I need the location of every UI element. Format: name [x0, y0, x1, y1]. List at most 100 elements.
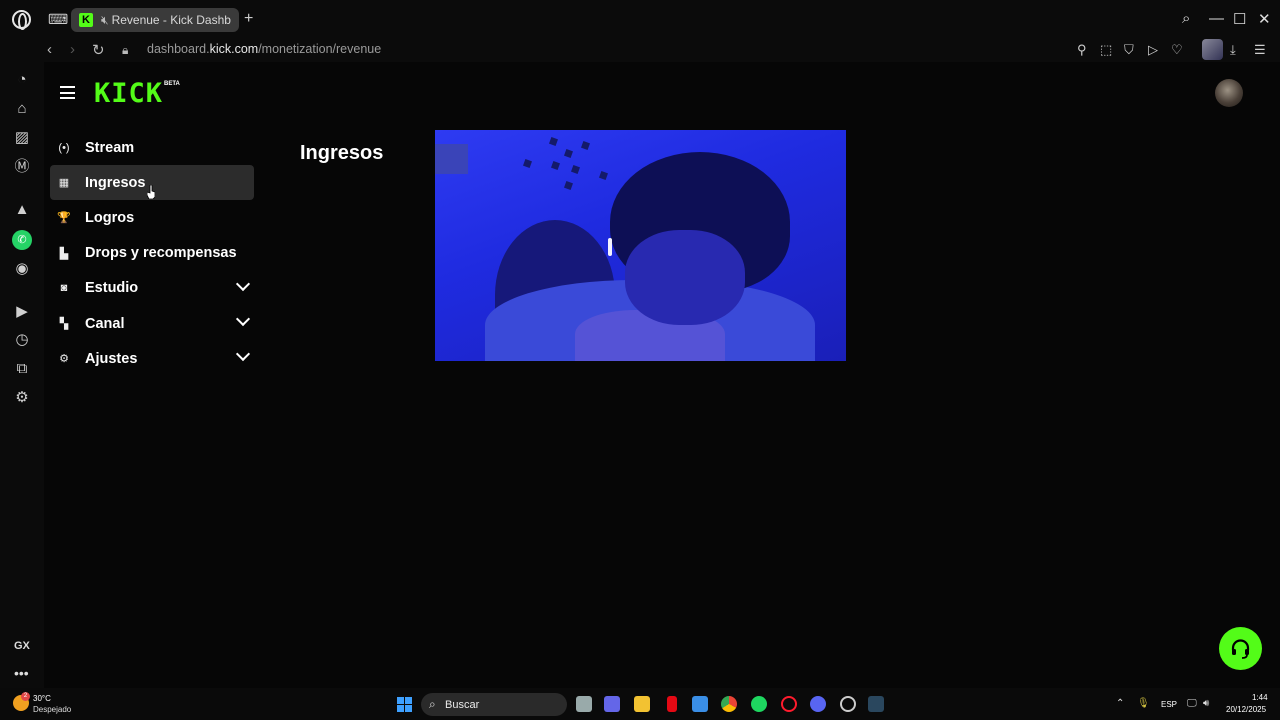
headset-icon	[1231, 639, 1250, 659]
url-prefix: dashboard.	[147, 42, 210, 56]
nav-label: Stream	[85, 139, 135, 156]
gift-icon: ▙	[59, 247, 69, 260]
nav-label: Estudio	[85, 280, 139, 297]
nav-item-logros[interactable]: 🏆 Logros	[50, 200, 254, 235]
minimize-button[interactable]: —	[1209, 10, 1224, 27]
studio-icon: ◙	[60, 282, 68, 295]
snapshot-icon[interactable]: ⬚	[1100, 42, 1112, 58]
weather-badge: 2	[21, 692, 30, 701]
task-view-icon[interactable]	[576, 696, 592, 712]
file-explorer-icon[interactable]	[634, 696, 650, 712]
nav-item-stream[interactable]: (•) Stream	[50, 130, 254, 165]
nav-label: Logros	[85, 209, 135, 226]
spotify-icon[interactable]	[751, 696, 767, 712]
maximize-button[interactable]: ☐	[1233, 10, 1246, 28]
player-icon[interactable]: ▶	[12, 302, 32, 322]
forward-button[interactable]: ›	[70, 41, 75, 58]
lock-icon[interactable]: 🔒︎	[122, 43, 128, 58]
teams-icon[interactable]	[604, 696, 620, 712]
pin-icon[interactable]: ⚲	[1077, 42, 1087, 58]
clock-time[interactable]: 1:44	[1252, 693, 1268, 702]
back-button[interactable]: ‹	[47, 41, 52, 58]
chevron-down-icon[interactable]	[235, 311, 251, 327]
nav-item-estudio[interactable]: ◙ Estudio	[50, 271, 254, 306]
discord-taskbar-icon[interactable]	[810, 696, 826, 712]
url-path: /monetization/revenue	[258, 42, 382, 56]
stream-preview-video[interactable]	[435, 130, 846, 361]
controller-icon[interactable]: ⌨	[48, 11, 68, 27]
opera-gx-menu-icon[interactable]	[12, 10, 31, 30]
discord-icon[interactable]: ◉	[12, 259, 32, 279]
volume-icon[interactable]: 🔊︎	[1203, 698, 1209, 709]
page-title: Ingresos	[300, 142, 384, 164]
nav-item-ajustes[interactable]: ⚙ Ajustes	[50, 341, 254, 376]
clock-date[interactable]: 20/12/2025	[1226, 705, 1266, 714]
download-icon[interactable]: ⤓	[1230, 42, 1236, 58]
nav-label: Drops y recompensas	[85, 245, 237, 262]
messenger-m-icon[interactable]: Ⓜ	[12, 157, 32, 177]
search-icon: ⌕	[429, 697, 436, 711]
settings-gear-icon[interactable]: ⚙	[12, 388, 32, 408]
whatsapp-icon[interactable]: ✆	[12, 230, 32, 250]
extensions-icon[interactable]: ⧉	[12, 359, 32, 379]
kick-favicon-icon: K	[79, 13, 93, 27]
send-icon[interactable]: ▷	[1148, 42, 1158, 58]
nav-item-canal[interactable]: ▚ Canal	[50, 306, 254, 341]
tab-mute-icon[interactable]: 🔇︎	[101, 13, 109, 28]
app-icon[interactable]	[840, 696, 856, 712]
gx-control-button[interactable]: GX	[14, 640, 30, 652]
shield-icon[interactable]: ⛉	[1124, 42, 1134, 58]
microphone-icon[interactable]: 🎙︎	[1137, 698, 1150, 709]
network-icon[interactable]: 🖵︎	[1187, 698, 1197, 709]
browser-titlebar: ⌨ K 🔇︎ Revenue - Kick Dashb + ⌕ — ☐ ✕	[0, 0, 1280, 38]
help-chat-button[interactable]	[1219, 627, 1262, 670]
chevron-down-icon[interactable]	[235, 347, 251, 362]
close-window-button[interactable]: ✕	[1258, 10, 1271, 28]
taskbar-search[interactable]: ⌕ Buscar	[421, 693, 567, 716]
mouse-cursor-icon	[147, 185, 155, 199]
speed-dial-icon[interactable]: ◔	[12, 70, 32, 90]
search-tabs-icon[interactable]: ⌕	[1182, 10, 1190, 27]
tab-title: Revenue - Kick Dashb	[111, 13, 231, 27]
profile-avatar[interactable]	[1202, 39, 1223, 60]
new-tab-button[interactable]: +	[244, 10, 253, 28]
gx-cleaner-icon[interactable]: ▨	[12, 128, 32, 148]
chevron-down-icon[interactable]	[235, 276, 251, 291]
steam-icon[interactable]	[868, 696, 884, 712]
nav-label: Ajustes	[85, 350, 138, 367]
weather-temp[interactable]: 30°C	[33, 694, 51, 703]
reload-button[interactable]: ↻	[92, 41, 105, 59]
opera-sidebar: ◔ ⌂ ▨ Ⓜ ▲ ✆ ◉ ▶ ◷ ⧉ ⚙ GX •••	[0, 62, 44, 688]
search-label: Buscar	[445, 699, 480, 711]
windows-start-icon[interactable]	[397, 697, 412, 712]
url-host: kick.com	[209, 42, 259, 56]
history-icon[interactable]: ◷	[12, 330, 32, 350]
language-indicator[interactable]: ESP	[1161, 700, 1177, 709]
address-bar: ‹ › ↻ 🔒︎ dashboard.kick.com/monetization…	[0, 38, 1280, 62]
channel-icon: ▚	[59, 318, 69, 331]
chrome-icon[interactable]	[721, 696, 737, 712]
aria-icon[interactable]: ▲	[12, 200, 32, 220]
gx-corner-icon[interactable]: ⌂	[12, 99, 32, 119]
browser-tab-revenue[interactable]: K 🔇︎ Revenue - Kick Dashb	[71, 8, 239, 32]
kick-logo[interactable]: KICK	[94, 80, 163, 108]
beta-badge: BETA	[164, 81, 180, 87]
store-icon[interactable]	[692, 696, 708, 712]
heart-icon[interactable]: ♡	[1171, 42, 1183, 58]
chevron-up-icon[interactable]: ⌃	[1116, 698, 1124, 709]
netflix-icon[interactable]	[667, 696, 677, 712]
dashboard-nav: (•) Stream ▦ Ingresos 🏆 Logros ▙ Drops y…	[50, 130, 254, 376]
url-field[interactable]: dashboard.kick.com/monetization/revenue	[147, 42, 381, 56]
broadcast-icon: (•)	[58, 141, 70, 154]
windows-taskbar: 2 30°C Despejado ⌕ Buscar ⌃ 🎙︎ ESP 🖵︎ 🔊︎…	[0, 688, 1280, 720]
kick-dashboard-page: KICK BETA (•) Stream ▦ Ingresos 🏆 Logros…	[44, 62, 1280, 688]
weather-desc[interactable]: Despejado	[33, 705, 71, 714]
hamburger-menu-icon[interactable]	[60, 86, 75, 99]
nav-item-drops[interactable]: ▙ Drops y recompensas	[50, 236, 254, 271]
more-icon[interactable]: •••	[14, 665, 29, 681]
user-avatar[interactable]	[1215, 79, 1243, 107]
opera-gx-taskbar-icon[interactable]	[781, 696, 797, 712]
easy-setup-icon[interactable]: ☰	[1254, 42, 1266, 58]
nav-label: Canal	[85, 315, 125, 332]
nav-label: Ingresos	[85, 174, 146, 191]
